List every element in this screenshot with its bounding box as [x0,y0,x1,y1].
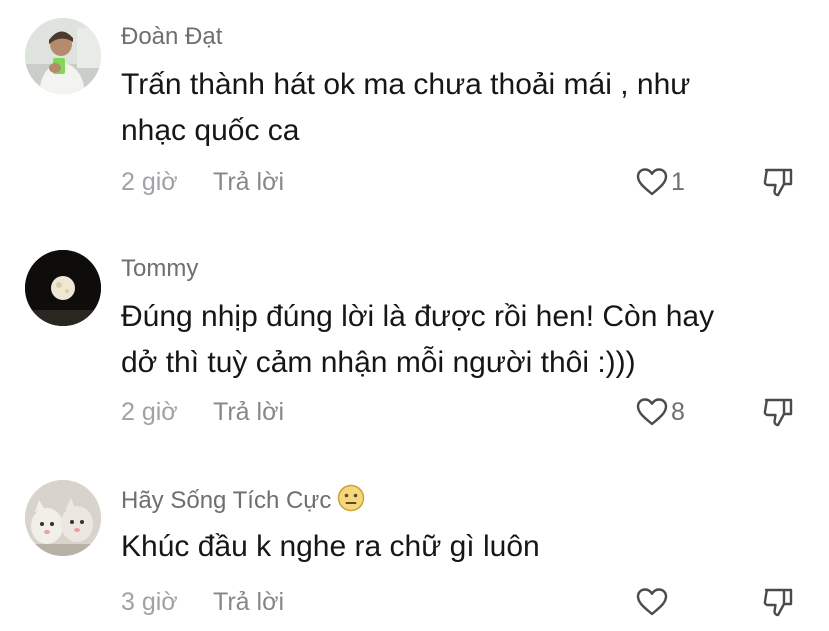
like-button[interactable]: 1 [635,164,685,200]
thumbs-down-icon [763,168,793,197]
heart-icon [636,168,668,196]
comment-meta: 2 giờ Trả lời 8 [121,394,829,430]
timestamp: 2 giờ [121,398,178,426]
timestamp: 3 giờ [121,588,178,616]
comment-meta: 2 giờ Trả lời 1 [121,164,829,200]
reply-button[interactable]: Trả lời [213,584,284,620]
avatar[interactable] [25,18,101,94]
like-button[interactable]: 8 [635,394,685,430]
reply-button[interactable]: Trả lời [213,164,284,200]
dislike-button[interactable] [761,584,795,620]
dislike-button[interactable] [761,394,795,430]
reply-button[interactable]: Trả lời [213,394,284,430]
cats-photo-icon [25,480,101,556]
avatar[interactable] [25,250,101,326]
comment-text: Đúng nhịp đúng lời là được rồi hen! Còn … [121,300,715,379]
heart-icon [636,588,668,616]
heart-icon [636,398,668,426]
timestamp: 2 giờ [121,168,178,196]
like-count: 8 [671,398,685,426]
neutral-face-emoji-icon [337,484,365,520]
comment-meta: 3 giờ Trả lời [121,584,829,620]
username[interactable]: Tommy [121,254,198,284]
username-text: Hãy Sống Tích Cực [121,487,332,514]
comment-text: Khúc đầu k nghe ra chữ gì luôn [121,530,540,563]
user-photo-icon [25,18,101,94]
username[interactable]: Đoàn Đạt [121,22,222,52]
dislike-button[interactable] [761,164,795,200]
username[interactable]: Hãy Sống Tích Cực [121,484,365,520]
like-button[interactable] [635,584,671,620]
thumbs-down-icon [763,398,793,427]
thumbs-down-icon [763,588,793,617]
moon-photo-icon [25,250,101,326]
like-count: 1 [671,168,685,196]
comment-text: Trấn thành hát ok ma chưa thoải mái , nh… [121,68,691,147]
avatar[interactable] [25,480,101,556]
